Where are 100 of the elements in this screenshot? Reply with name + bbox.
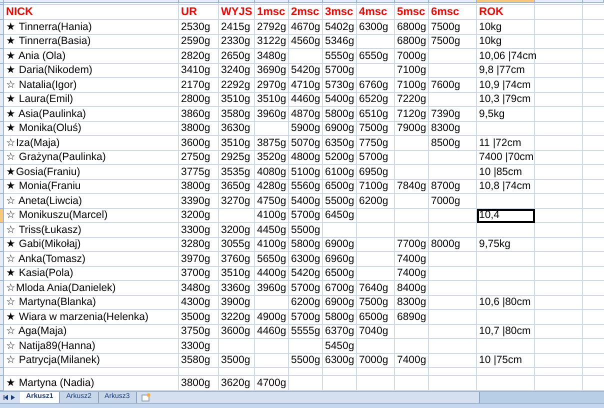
- column-header[interactable]: [535, 0, 583, 2]
- row-header[interactable]: [0, 208, 4, 223]
- row-header[interactable]: [0, 296, 4, 310]
- table-cell-text: 4460g: [290, 92, 322, 107]
- nick-cell: ☆ Natalia(Igor): [6, 78, 77, 92]
- table-cell-text: 3700g: [180, 266, 212, 281]
- table-cell-text: 4900g: [256, 310, 288, 324]
- table-cell-text: 8300g: [396, 296, 428, 310]
- column-header[interactable]: [357, 0, 395, 2]
- table-cell-text: 3122g: [256, 34, 288, 49]
- table-cell-text: 4460g: [256, 324, 288, 339]
- row-header[interactable]: [0, 324, 4, 339]
- table-cell-text: 3510g: [220, 136, 252, 150]
- row-header[interactable]: [0, 64, 4, 78]
- column-header[interactable]: [583, 0, 604, 2]
- row-header[interactable]: [0, 194, 4, 208]
- row-header[interactable]: [0, 266, 4, 281]
- row-header[interactable]: [0, 165, 4, 180]
- column-header[interactable]: [477, 0, 535, 2]
- row-header[interactable]: [0, 368, 4, 376]
- table-cell-text: 3200g: [220, 223, 252, 238]
- column-header[interactable]: [323, 0, 357, 2]
- row-header[interactable]: [0, 49, 4, 64]
- row-header[interactable]: [0, 252, 4, 266]
- table-cell-text: 2330g: [220, 34, 252, 49]
- table-cell-text: 6520g: [358, 92, 390, 107]
- table-cell-text: 7640g: [358, 281, 390, 296]
- next-sheet-icon[interactable]: [11, 395, 15, 400]
- table-cell-text: 3280g: [180, 238, 212, 252]
- row-header[interactable]: [0, 122, 4, 136]
- column-header[interactable]: [289, 0, 323, 2]
- table-cell-text: 4700g: [256, 376, 288, 391]
- table-cell-text: 3500g: [220, 354, 252, 368]
- table-cell-text: 3510g: [220, 92, 252, 107]
- row-header[interactable]: [0, 339, 4, 354]
- table-cell-text: 3970g: [180, 252, 212, 266]
- table-cell-text: 5550g: [324, 49, 356, 64]
- column-heading: UR: [181, 6, 197, 19]
- table-cell-text: 3535g: [220, 165, 252, 180]
- table-cell-text: 10 |75cm: [478, 354, 523, 368]
- table-cell-text: 5402g: [324, 20, 356, 34]
- table-cell-text: 6900g: [324, 122, 356, 136]
- row-header[interactable]: [0, 223, 4, 238]
- table-cell-text: 5346g: [324, 34, 356, 49]
- column-header[interactable]: [395, 0, 429, 2]
- table-cell-text: 6350g: [324, 136, 356, 150]
- table-cell-text: 7500g: [430, 20, 462, 34]
- insert-sheet-icon[interactable]: [140, 393, 151, 402]
- table-cell-text: 3650g: [220, 180, 252, 194]
- table-cell-text: 6960g: [324, 252, 356, 266]
- table-cell-text: 9,5kg: [478, 107, 506, 122]
- table-cell-text: 3620g: [220, 376, 252, 391]
- row-header[interactable]: [0, 150, 4, 165]
- table-cell-text: 10,9 |74cm: [478, 78, 532, 92]
- row-header[interactable]: [0, 238, 4, 252]
- table-cell-text: 4670g: [290, 20, 322, 34]
- column-header[interactable]: [429, 0, 477, 2]
- row-header[interactable]: [0, 5, 4, 20]
- table-cell-text: 2415g: [220, 20, 252, 34]
- table-cell-text: 4100g: [256, 208, 288, 223]
- table-cell-text: 5650g: [256, 252, 288, 266]
- column-heading: NICK: [6, 6, 33, 19]
- horizontal-scrollbar[interactable]: [479, 392, 604, 403]
- table-cell-text: 5500g: [290, 223, 322, 238]
- row-header[interactable]: [0, 281, 4, 296]
- column-header[interactable]: [179, 0, 219, 2]
- row-header[interactable]: [0, 354, 4, 368]
- column-header[interactable]: [4, 0, 179, 2]
- row-header[interactable]: [0, 310, 4, 324]
- row-header[interactable]: [0, 136, 4, 150]
- table-cell-text: 3390g: [180, 194, 212, 208]
- table-cell-text: 10,8 |74cm: [478, 180, 532, 194]
- row-header[interactable]: [0, 34, 4, 49]
- first-sheet-icon[interactable]: [3, 395, 8, 400]
- table-cell-text: 3875g: [256, 136, 288, 150]
- column-header[interactable]: [219, 0, 255, 2]
- row-header[interactable]: [0, 78, 4, 92]
- select-all-corner[interactable]: [0, 0, 4, 2]
- nick-cell: ★ Monia(Franiu: [6, 180, 81, 194]
- table-cell-text: 6500g: [324, 180, 356, 194]
- table-cell-text: 2530g: [180, 20, 212, 34]
- row-header[interactable]: [0, 20, 4, 34]
- row-header[interactable]: [0, 92, 4, 107]
- column-header[interactable]: [255, 0, 289, 2]
- table-cell-text: 6550g: [358, 49, 390, 64]
- table-cell-text: 4450g: [256, 223, 288, 238]
- table-cell-text: 7400g: [396, 354, 428, 368]
- row-header[interactable]: [0, 107, 4, 122]
- table-cell-text: 7400g: [396, 266, 428, 281]
- table-cell-text: 6300g: [324, 354, 356, 368]
- table-cell-text: 8300g: [430, 122, 462, 136]
- table-cell-text: 2820g: [180, 49, 212, 64]
- table-cell-text: 7220g: [396, 92, 428, 107]
- row-header[interactable]: [0, 180, 4, 194]
- table-cell-text: 3800g: [180, 376, 212, 391]
- column-heading: 2msc: [291, 6, 320, 19]
- table-cell-text: 8000g: [430, 238, 462, 252]
- table-cell-text: 3760g: [220, 252, 252, 266]
- table-cell-text: 3800g: [180, 180, 212, 194]
- column-heading: WYJS: [221, 6, 252, 19]
